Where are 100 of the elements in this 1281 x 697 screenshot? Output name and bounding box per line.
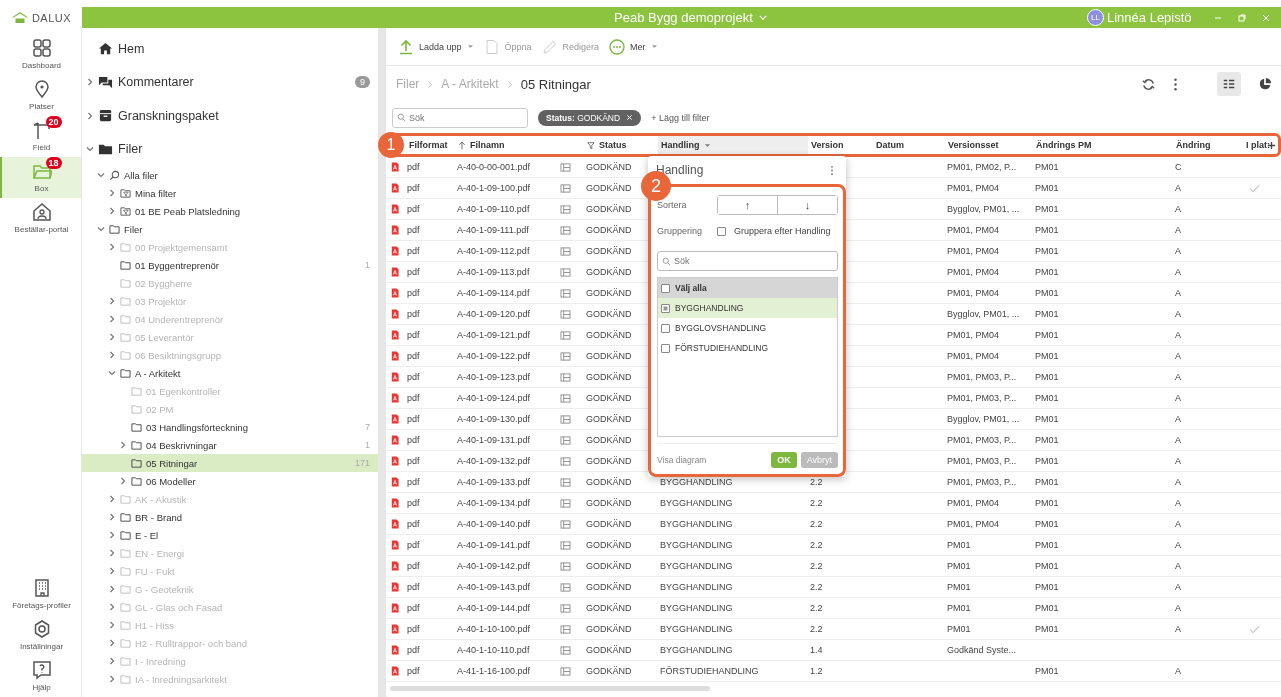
chevron-right-icon[interactable]: [108, 639, 116, 647]
app-logo[interactable]: DALUX: [0, 7, 82, 28]
tree-item[interactable]: BR - Brand: [82, 508, 378, 526]
tree-item[interactable]: Filer: [82, 132, 378, 166]
preview-icon[interactable]: [560, 477, 571, 487]
chevron-right-icon[interactable]: [108, 315, 116, 323]
checkbox-option[interactable]: Gruppera efter Handling: [717, 226, 831, 236]
nav-item[interactable]: 18 Box: [0, 157, 81, 198]
add-column-icon[interactable]: [1267, 140, 1276, 150]
scrollbar[interactable]: [390, 686, 710, 691]
chevron-right-icon[interactable]: [108, 567, 116, 575]
restore-icon[interactable]: [1237, 12, 1247, 23]
nav-item[interactable]: Företags-profiler: [0, 574, 81, 615]
breadcrumb-link[interactable]: 05 Ritningar: [520, 76, 591, 92]
nav-item[interactable]: Dashboard: [0, 34, 81, 75]
preview-icon[interactable]: [560, 330, 571, 340]
preview-icon[interactable]: [560, 666, 571, 676]
preview-icon[interactable]: [560, 540, 571, 550]
tree-item[interactable]: 01 Byggentreprenör 1: [82, 256, 378, 274]
chevron-right-icon[interactable]: [108, 549, 116, 557]
view-toggle[interactable]: [1217, 72, 1241, 96]
tree-item[interactable]: Alla filer: [82, 166, 378, 184]
chevron-right-icon[interactable]: [108, 207, 116, 215]
preview-icon[interactable]: [560, 435, 571, 445]
select-all-option[interactable]: Välj alla: [658, 278, 837, 298]
preview-icon[interactable]: [560, 498, 571, 508]
search-box[interactable]: Sök: [657, 251, 838, 271]
chevron-right-icon[interactable]: [108, 531, 116, 539]
chevron-right-icon[interactable]: [108, 243, 116, 251]
column-header[interactable]: Versionsset: [945, 136, 1033, 154]
tree-item[interactable]: 01 BE Peab Platsledning: [82, 202, 378, 220]
list-option[interactable]: BYGGLOVSHANDLING: [658, 318, 837, 338]
tree-item[interactable]: Filer: [82, 220, 378, 238]
add-filter-link[interactable]: + Lägg till filter: [651, 112, 710, 123]
close-icon[interactable]: [626, 114, 634, 121]
search-box[interactable]: Sök: [392, 107, 528, 128]
column-header[interactable]: Handling: [658, 136, 808, 154]
chevron-right-icon[interactable]: [119, 441, 127, 449]
preview-icon[interactable]: [560, 309, 571, 319]
chevron-down-icon[interactable]: [97, 225, 105, 233]
panel-splitter[interactable]: [378, 28, 386, 697]
tree-item[interactable]: Hem: [82, 32, 378, 66]
preview-icon[interactable]: [560, 246, 571, 256]
toolbar-button[interactable]: Ladda upp: [398, 38, 474, 55]
preview-icon[interactable]: [560, 519, 571, 529]
search-field[interactable]: Sök: [409, 112, 523, 123]
nav-item[interactable]: 20 Field: [0, 116, 81, 157]
tree-item[interactable]: 04 Beskrivningar 1: [82, 436, 378, 454]
nav-item[interactable]: Inställningar: [0, 615, 81, 656]
preview-icon[interactable]: [560, 351, 571, 361]
table-row[interactable]: pdf A-40-1-09-143.pdf GODKÄND BYGGHANDLING 2.2 PM01 PM01 A: [386, 577, 1281, 598]
preview-icon[interactable]: [560, 225, 571, 235]
chevron-down-icon[interactable]: [97, 171, 105, 179]
column-header[interactable]: Filformat: [406, 136, 455, 154]
chevron-right-icon[interactable]: [108, 675, 116, 683]
chevron-right-icon[interactable]: [108, 657, 116, 665]
column-header[interactable]: Filnamn: [455, 136, 558, 154]
table-row[interactable]: pdf A-40-1-10-100.pdf GODKÄND BYGGHANDLING 2.2 PM01 PM01 A: [386, 619, 1281, 640]
preview-icon[interactable]: [560, 183, 571, 193]
chevron-right-icon[interactable]: [86, 78, 94, 87]
table-row[interactable]: pdf A-40-1-10-110.pdf GODKÄND BYGGHANDLING 1.4 Godkänd Syste...: [386, 640, 1281, 661]
tree-item[interactable]: Mina filter: [82, 184, 378, 202]
preview-icon[interactable]: [560, 162, 571, 172]
preview-icon[interactable]: [560, 204, 571, 214]
chevron-right-icon[interactable]: [108, 297, 116, 305]
chevron-right-icon[interactable]: [108, 333, 116, 341]
chevron-right-icon[interactable]: [108, 189, 116, 197]
list-option[interactable]: BYGGHANDLING: [658, 298, 837, 318]
table-row[interactable]: pdf A-40-1-09-140.pdf GODKÄND BYGGHANDLING 2.2 PM01, PM04 PM01 A: [386, 514, 1281, 535]
chevron-down-icon[interactable]: [108, 369, 116, 377]
preview-icon[interactable]: [560, 582, 571, 592]
show-chart-link[interactable]: Visa diagram: [657, 455, 768, 465]
table-row[interactable]: pdf A-40-1-09-142.pdf GODKÄND BYGGHANDLING 2.2 PM01 PM01 A: [386, 556, 1281, 577]
preview-icon[interactable]: [560, 372, 571, 382]
preview-icon[interactable]: [560, 267, 571, 277]
tree-item[interactable]: A - Arkitekt: [82, 364, 378, 382]
column-header[interactable]: I plat:: [1243, 136, 1278, 154]
table-row[interactable]: pdf A-40-1-09-144.pdf GODKÄND BYGGHANDLING 2.2 PM01 PM01 A: [386, 598, 1281, 619]
preview-icon[interactable]: [560, 624, 571, 634]
preview-icon[interactable]: [560, 288, 571, 298]
chevron-right-icon[interactable]: [86, 111, 94, 120]
table-row[interactable]: pdf A-40-1-09-134.pdf GODKÄND BYGGHANDLING 2.2 PM01, PM04 PM01 A: [386, 493, 1281, 514]
preview-icon[interactable]: [560, 561, 571, 571]
chevron-right-icon[interactable]: [108, 513, 116, 521]
chevron-right-icon[interactable]: [108, 351, 116, 359]
preview-icon[interactable]: [560, 456, 571, 466]
preview-icon[interactable]: [560, 603, 571, 613]
kebab-menu-icon[interactable]: [830, 164, 834, 176]
chevron-right-icon[interactable]: [119, 477, 127, 485]
filter-chip[interactable]: Status: GODKÄND: [538, 109, 642, 126]
chevron-right-icon[interactable]: [108, 495, 116, 503]
table-row[interactable]: pdf A-41-1-16-100.pdf GODKÄND FÖRSTUDIEHANDLING 1.2 PM01 A: [386, 661, 1281, 682]
preview-icon[interactable]: [560, 645, 571, 655]
tree-item[interactable]: Kommentarer 9: [82, 65, 378, 99]
tree-item[interactable]: 05 Ritningar 171: [82, 454, 378, 472]
tree-item[interactable]: Granskningspaket: [82, 99, 378, 133]
list-option[interactable]: FÖRSTUDIEHANDLING: [658, 338, 837, 358]
column-header[interactable]: Version: [808, 136, 873, 154]
nav-item[interactable]: Hjälp: [0, 656, 81, 697]
nav-item[interactable]: Beställar-portal: [0, 198, 81, 239]
